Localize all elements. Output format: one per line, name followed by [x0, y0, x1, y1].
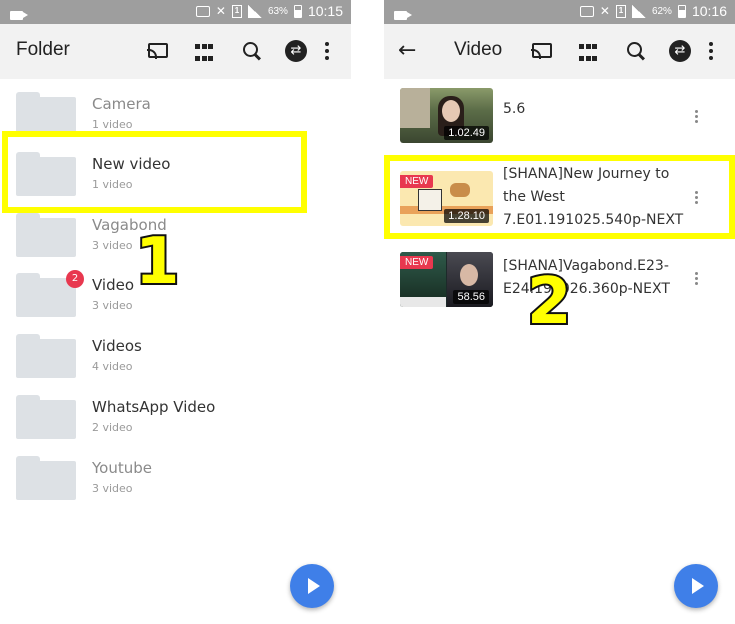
folder-name: Youtube: [92, 459, 152, 477]
video-duration: 1.02.49: [444, 126, 489, 140]
signal-icon: [247, 4, 262, 18]
video-thumbnail: NEW 58.56: [400, 252, 493, 307]
step-number-1: 1: [133, 225, 181, 299]
video-more-icon[interactable]: [695, 272, 699, 287]
more-icon[interactable]: [709, 42, 713, 64]
app-bar: ← Video ⇄: [384, 24, 735, 79]
highlight-box-new-video: [2, 131, 307, 213]
step-number-2: 2: [525, 265, 573, 339]
grid-icon[interactable]: [195, 44, 217, 66]
video-thumbnail: 1.02.49: [400, 88, 493, 143]
folder-count: 4 video: [92, 360, 133, 373]
back-arrow-icon[interactable]: ←: [398, 39, 416, 63]
folder-icon: [16, 456, 76, 500]
folder-item-whatsapp-video[interactable]: WhatsApp Video 2 video: [0, 386, 351, 446]
sync-icon[interactable]: ⇄: [285, 40, 307, 62]
more-icon[interactable]: [325, 42, 329, 64]
folder-count: 2 video: [92, 421, 133, 434]
folder-name: Camera: [92, 95, 151, 113]
video-item-1[interactable]: 1.02.49 5.6: [384, 88, 735, 148]
folder-icon: [16, 92, 76, 136]
battery-icon: [677, 4, 686, 18]
new-badge: NEW: [400, 256, 434, 269]
cast-status-icon: [195, 5, 210, 17]
sim-status-icon: 1: [615, 4, 626, 18]
folder-count: 3 video: [92, 239, 133, 252]
grid-icon[interactable]: [579, 44, 601, 66]
folder-name: WhatsApp Video: [92, 398, 216, 416]
folder-count: 1 video: [92, 118, 133, 131]
folder-count: 3 video: [92, 299, 133, 312]
page-title: Video: [454, 39, 503, 60]
sim-status-icon: 1: [231, 4, 242, 18]
folder-item-youtube[interactable]: Youtube 3 video: [0, 447, 351, 507]
status-bar: ✕ 1 63% 10:15: [0, 0, 351, 24]
search-icon[interactable]: [626, 41, 648, 63]
battery-icon: [293, 4, 302, 18]
folder-icon: [16, 213, 76, 257]
folder-icon: [16, 395, 76, 439]
folder-icon: [16, 334, 76, 378]
highlight-box-video-item: [384, 155, 735, 239]
battery-percent: 63%: [267, 5, 288, 17]
folder-screen: ✕ 1 63% 10:15 Folder ⇄ Camera 1 video Ne…: [0, 0, 351, 624]
cast-status-icon: [579, 5, 594, 17]
unread-badge: 2: [66, 270, 84, 288]
video-title: 5.6: [503, 101, 526, 117]
play-fab-button[interactable]: [290, 564, 334, 608]
search-icon[interactable]: [242, 41, 264, 63]
mute-status-icon: ✕: [599, 4, 610, 18]
video-more-icon[interactable]: [695, 110, 699, 125]
status-bar: ✕ 1 62% 10:16: [384, 0, 735, 24]
folder-name: Video: [92, 276, 135, 294]
status-time: 10:16: [691, 3, 727, 19]
battery-percent: 62%: [651, 5, 672, 17]
mute-status-icon: ✕: [215, 4, 226, 18]
video-duration: 58.56: [453, 290, 489, 304]
camera-status-icon: [10, 11, 28, 20]
page-title: Folder: [16, 39, 70, 60]
folder-item-videos[interactable]: Videos 4 video: [0, 325, 351, 385]
cast-icon[interactable]: [531, 43, 552, 59]
cast-icon[interactable]: [147, 43, 168, 59]
app-bar: Folder ⇄: [0, 24, 351, 79]
status-time: 10:15: [307, 3, 343, 19]
signal-icon: [631, 4, 646, 18]
play-fab-button[interactable]: [674, 564, 718, 608]
camera-status-icon: [394, 11, 412, 20]
folder-count: 3 video: [92, 482, 133, 495]
sync-icon[interactable]: ⇄: [669, 40, 691, 62]
folder-name: Videos: [92, 337, 142, 355]
